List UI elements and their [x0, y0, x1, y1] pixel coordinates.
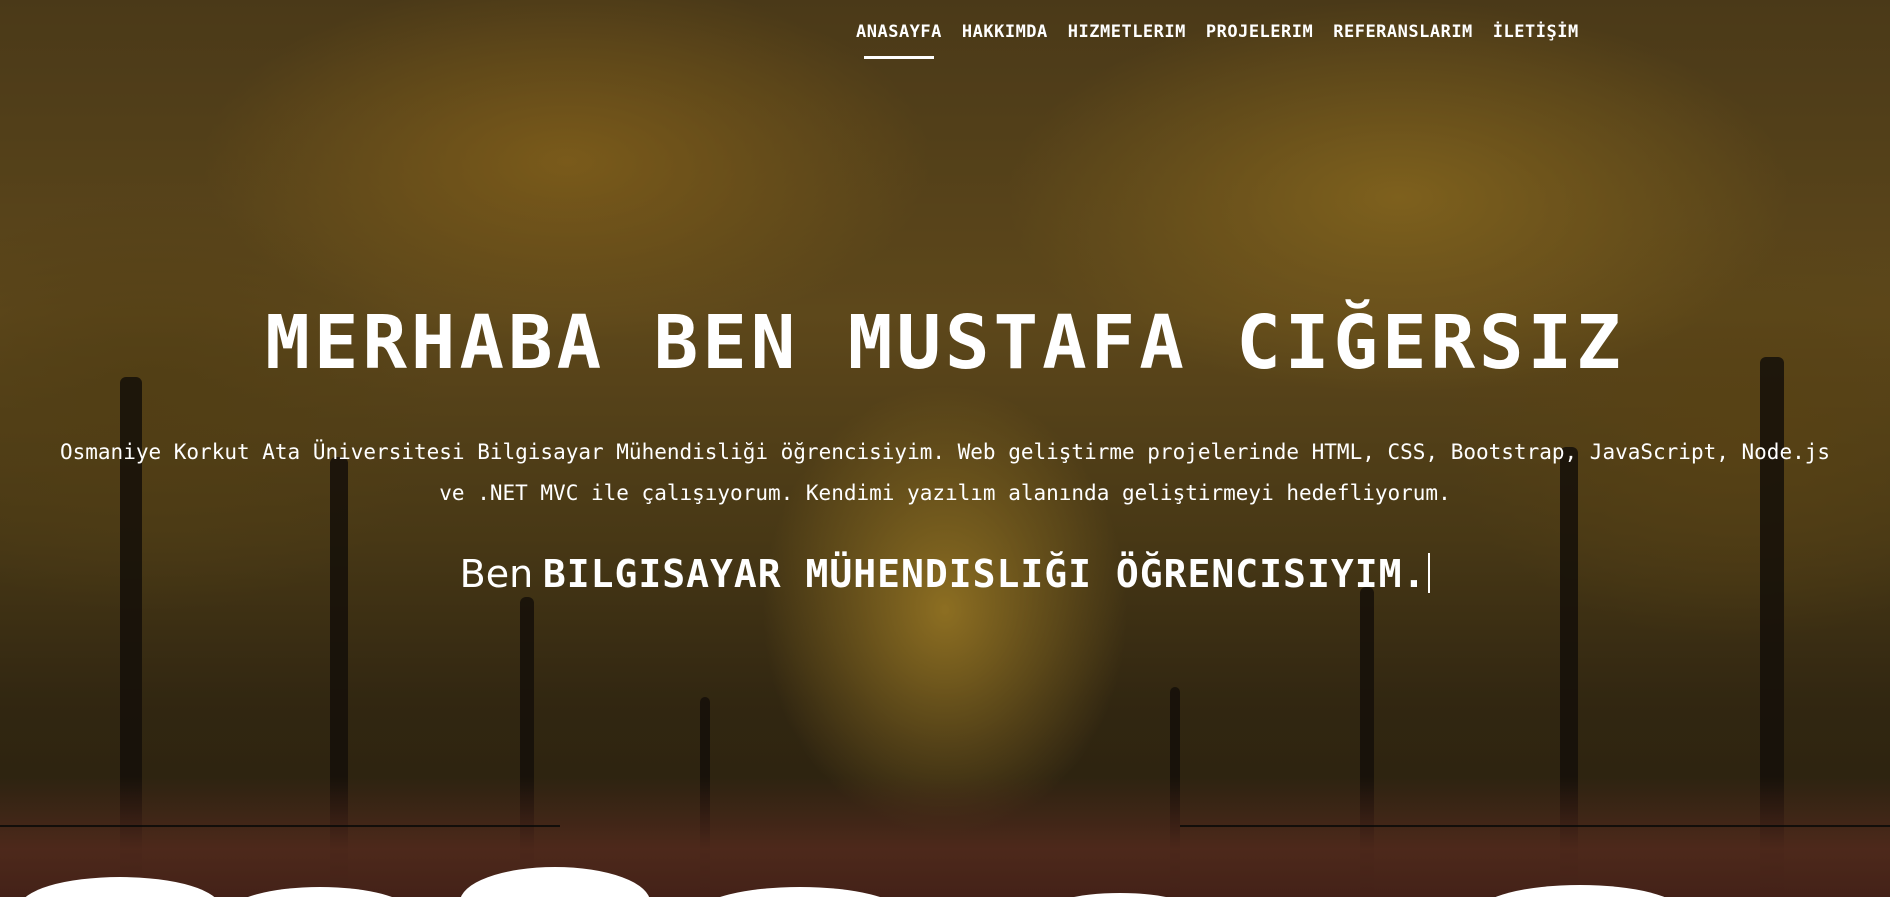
- nav-item-referanslarim[interactable]: REFERANSLARIM: [1323, 22, 1483, 42]
- hero-title: MERHABA BEN MUSTAFA CIĞERSIZ: [265, 300, 1625, 386]
- nav-item-anasayfa[interactable]: ANASAYFA: [846, 22, 952, 59]
- typed-prefix: Ben: [459, 552, 534, 596]
- typing-cursor: [1428, 553, 1431, 593]
- typed-role: BILGISAYAR MÜHENDISLIĞI ÖĞRENCISIYIM.: [542, 552, 1427, 596]
- main-nav: ANASAYFA HAKKIMDA HIZMETLERIM PROJELERIM…: [846, 22, 1589, 59]
- nav-item-iletisim[interactable]: İLETİŞİM: [1483, 22, 1589, 42]
- cloud-divider: [0, 867, 1890, 897]
- nav-item-hakkimda[interactable]: HAKKIMDA: [952, 22, 1058, 42]
- nav-item-hizmetlerim[interactable]: HIZMETLERIM: [1058, 22, 1196, 42]
- hero-description: Osmaniye Korkut Ata Üniversitesi Bilgisa…: [0, 432, 1890, 514]
- typed-text: Ben BILGISAYAR MÜHENDISLIĞI ÖĞRENCISIYIM…: [0, 552, 1890, 596]
- hero-description-line-1: Osmaniye Korkut Ata Üniversitesi Bilgisa…: [59, 440, 1831, 464]
- hero-description-line-2: ve .NET MVC ile çalışıyorum. Kendimi yaz…: [439, 481, 1451, 505]
- nav-item-projelerim[interactable]: PROJELERIM: [1196, 22, 1323, 42]
